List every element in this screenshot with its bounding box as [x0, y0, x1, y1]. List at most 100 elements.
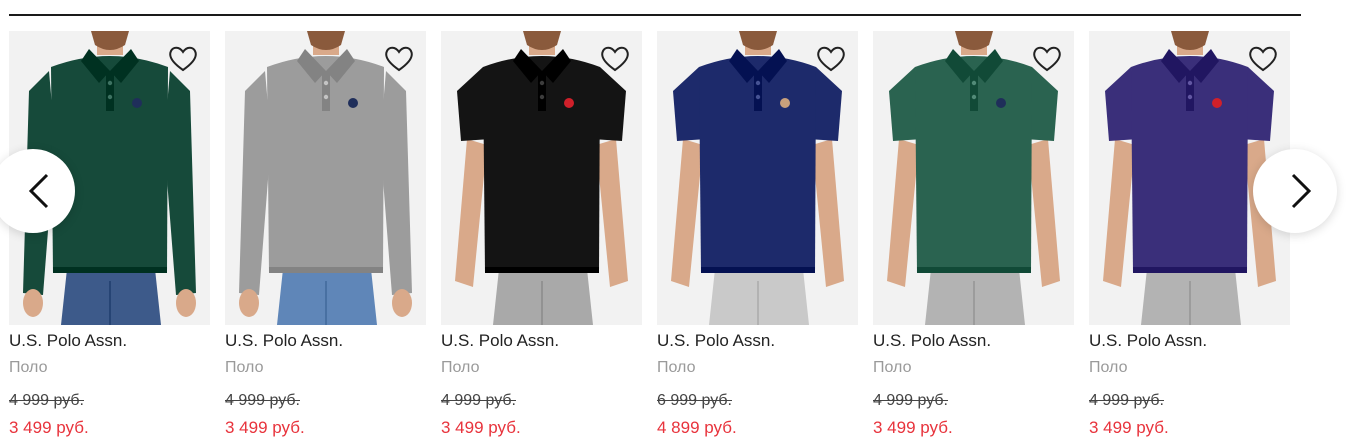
right-arm [1028, 139, 1060, 287]
product-sale-price: 3 499 руб. [225, 418, 305, 437]
left-sleeve [239, 71, 271, 295]
left-arm [1103, 139, 1135, 287]
polo-button [323, 94, 329, 100]
heart-outline-icon[interactable] [600, 45, 630, 73]
left-hand [23, 289, 43, 317]
product-sale-price: 3 499 руб. [441, 418, 521, 437]
right-hand [392, 289, 412, 317]
polo-button [539, 94, 545, 100]
model-beard [1171, 31, 1209, 50]
polo-logo [348, 98, 358, 108]
left-arm [455, 139, 487, 287]
product-image[interactable] [441, 31, 642, 325]
product-carousel: U.S. Polo Assn. Поло 4 999 руб. 3 499 ру… [0, 31, 1337, 440]
polo-placket [538, 71, 546, 111]
chevron-left-icon [28, 173, 49, 209]
product-old-price: 4 999 руб. [225, 392, 300, 409]
model-beard [739, 31, 777, 50]
heart-outline-icon[interactable] [384, 45, 414, 73]
pants [709, 269, 809, 325]
product-brand[interactable]: U.S. Polo Assn. [441, 331, 559, 351]
left-hand [239, 289, 259, 317]
product-sale-price: 3 499 руб. [873, 418, 953, 437]
right-arm [596, 139, 628, 287]
pants [61, 269, 161, 325]
product-card[interactable]: U.S. Polo Assn. Поло 4 999 руб. 3 499 ру… [9, 31, 210, 440]
polo-button [107, 80, 113, 86]
right-sleeve [380, 71, 412, 295]
product-brand[interactable]: U.S. Polo Assn. [225, 331, 343, 351]
product-category: Поло [873, 359, 912, 376]
pants [1141, 269, 1241, 325]
right-sleeve [164, 71, 196, 295]
product-card[interactable]: U.S. Polo Assn. Поло 4 999 руб. 3 499 ру… [1089, 31, 1290, 440]
pants [925, 269, 1025, 325]
polo-placket [970, 71, 978, 111]
left-arm [887, 139, 919, 287]
product-card[interactable]: U.S. Polo Assn. Поло 4 999 руб. 3 499 ру… [873, 31, 1074, 440]
polo-logo [780, 98, 790, 108]
product-old-price: 4 999 руб. [1089, 392, 1164, 409]
product-old-price: 4 999 руб. [873, 392, 948, 409]
product-sale-price: 3 499 руб. [1089, 418, 1169, 437]
product-old-price: 4 999 руб. [441, 392, 516, 409]
product-brand[interactable]: U.S. Polo Assn. [873, 331, 991, 351]
product-brand[interactable]: U.S. Polo Assn. [1089, 331, 1207, 351]
polo-hem [701, 267, 815, 273]
product-brand[interactable]: U.S. Polo Assn. [9, 331, 127, 351]
product-category: Поло [1089, 359, 1128, 376]
product-card[interactable]: U.S. Polo Assn. Поло 4 999 руб. 3 499 ру… [225, 31, 426, 440]
heart-outline-icon[interactable] [1032, 45, 1062, 73]
pants [493, 269, 593, 325]
pants [277, 269, 377, 325]
model-beard [523, 31, 561, 50]
heart-outline-icon[interactable] [1248, 45, 1278, 73]
product-image[interactable] [873, 31, 1074, 325]
polo-button [539, 80, 545, 86]
polo-hem [485, 267, 599, 273]
polo-button [323, 80, 329, 86]
product-sale-price: 4 899 руб. [657, 418, 737, 437]
polo-placket [1186, 71, 1194, 111]
right-arm [812, 139, 844, 287]
polo-button [1187, 94, 1193, 100]
polo-placket [106, 71, 114, 111]
product-brand[interactable]: U.S. Polo Assn. [657, 331, 775, 351]
product-image[interactable] [657, 31, 858, 325]
polo-button [971, 80, 977, 86]
product-old-price: 4 999 руб. [9, 392, 84, 409]
product-image[interactable] [225, 31, 426, 325]
product-card[interactable]: U.S. Polo Assn. Поло 6 999 руб. 4 899 ру… [657, 31, 858, 440]
chevron-right-icon [1291, 173, 1312, 209]
polo-button [755, 94, 761, 100]
polo-hem [917, 267, 1031, 273]
polo-button [1187, 80, 1193, 86]
right-hand [176, 289, 196, 317]
heart-outline-icon[interactable] [168, 45, 198, 73]
product-card[interactable]: U.S. Polo Assn. Поло 4 999 руб. 3 499 ру… [441, 31, 642, 440]
product-category: Поло [9, 359, 48, 376]
product-category: Поло [441, 359, 480, 376]
polo-hem [269, 267, 383, 273]
polo-logo [1212, 98, 1222, 108]
left-arm [671, 139, 703, 287]
carousel-next-button[interactable] [1253, 149, 1337, 233]
product-sale-price: 3 499 руб. [9, 418, 89, 437]
polo-placket [754, 71, 762, 111]
product-category: Поло [657, 359, 696, 376]
section-divider [9, 14, 1301, 16]
product-old-price: 6 999 руб. [657, 392, 732, 409]
polo-button [971, 94, 977, 100]
polo-logo [996, 98, 1006, 108]
polo-logo [564, 98, 574, 108]
model-beard [91, 31, 129, 50]
polo-logo [132, 98, 142, 108]
polo-hem [53, 267, 167, 273]
polo-button [107, 94, 113, 100]
polo-hem [1133, 267, 1247, 273]
model-beard [307, 31, 345, 50]
heart-outline-icon[interactable] [816, 45, 846, 73]
polo-button [755, 80, 761, 86]
polo-placket [322, 71, 330, 111]
product-category: Поло [225, 359, 264, 376]
